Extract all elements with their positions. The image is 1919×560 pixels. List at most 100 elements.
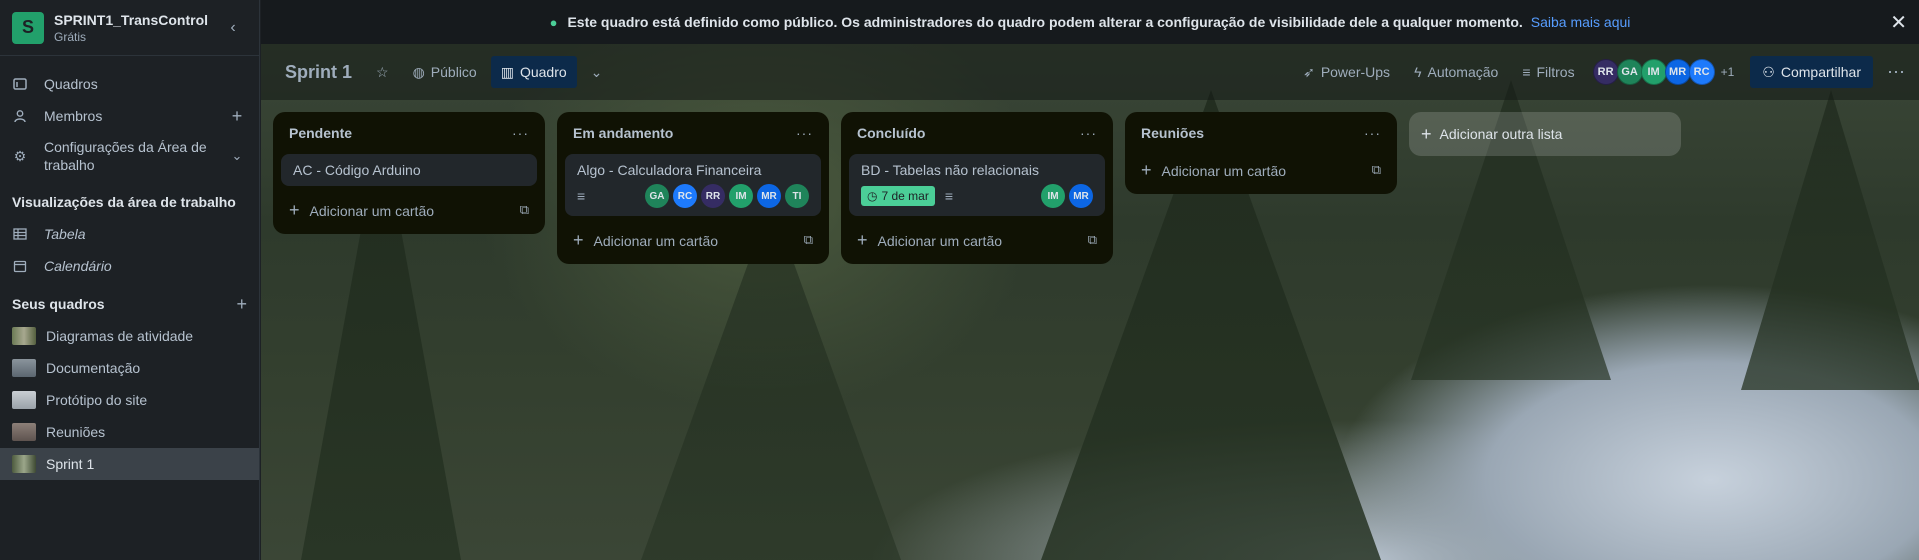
add-list-button[interactable]: + Adicionar outra lista: [1409, 112, 1681, 156]
share-label: Compartilhar: [1780, 64, 1861, 80]
list-pendente: Pendente ··· AC - Código Arduino + Adicio…: [273, 112, 545, 234]
card-template-icon[interactable]: ⧉: [1088, 232, 1097, 248]
calendar-icon: [12, 259, 28, 273]
avatar[interactable]: RR: [1592, 59, 1619, 85]
filter-icon: ≡: [1522, 64, 1531, 80]
visibility-label: Público: [430, 64, 477, 80]
board-view-label: Quadro: [519, 64, 567, 80]
workspace-header: S SPRINT1_TransControl Grátis ‹: [0, 0, 259, 56]
workspace-name[interactable]: SPRINT1_TransControl: [54, 11, 219, 29]
avatar[interactable]: MR: [1664, 59, 1691, 85]
views-dropdown-button[interactable]: ⌄: [581, 56, 613, 88]
card[interactable]: BD - Tabelas não relacionais ◷ 7 de mar …: [849, 154, 1105, 216]
automation-button[interactable]: ϟ Automação: [1404, 56, 1508, 88]
chevron-down-icon[interactable]: ⌄: [227, 147, 247, 165]
add-card-label: Adicionar um cartão: [877, 232, 1003, 249]
collapse-sidebar-button[interactable]: ‹: [219, 14, 247, 42]
sidebar-item-label: Configurações da Área de trabalho: [44, 139, 207, 173]
avatar[interactable]: RC: [673, 184, 697, 208]
add-card-button[interactable]: + Adicionar um cartão: [289, 200, 434, 221]
list-menu-icon[interactable]: ···: [1080, 125, 1097, 141]
card-badges: ◷ 7 de mar ≡ IM MR: [861, 184, 1093, 208]
workspace-logo[interactable]: S: [12, 11, 44, 44]
avatar[interactable]: RC: [1688, 59, 1715, 85]
filters-button[interactable]: ≡ Filtros: [1512, 56, 1584, 88]
automation-label: Automação: [1427, 64, 1499, 80]
list-header: Concluído ···: [849, 120, 1105, 146]
list-menu-icon[interactable]: ···: [512, 125, 529, 141]
table-icon: [12, 228, 28, 240]
list-title[interactable]: Em andamento: [573, 125, 673, 141]
sidebar-nav: Quadros Membros + ⚙ Configurações da Áre…: [0, 56, 259, 480]
avatar[interactable]: IM: [1041, 184, 1065, 208]
card[interactable]: AC - Código Arduino: [281, 154, 537, 186]
avatar[interactable]: GA: [1616, 59, 1643, 85]
add-card-row: + Adicionar um cartão ⧉: [281, 194, 537, 226]
close-icon[interactable]: ✕: [1890, 10, 1907, 35]
card-template-icon[interactable]: ⧉: [1372, 162, 1381, 178]
board-title[interactable]: Sprint 1: [285, 62, 352, 83]
powerups-button[interactable]: ➶ Power-Ups: [1293, 56, 1400, 88]
add-card-label: Adicionar um cartão: [1161, 162, 1287, 179]
avatar[interactable]: IM: [1640, 59, 1667, 85]
list-menu-icon[interactable]: ···: [796, 125, 813, 141]
boards-icon: [12, 77, 28, 91]
list-title[interactable]: Pendente: [289, 125, 352, 141]
sidebar-item-members[interactable]: Membros +: [0, 100, 259, 132]
add-card-button[interactable]: + Adicionar um cartão: [573, 230, 718, 251]
avatar[interactable]: GA: [645, 184, 669, 208]
description-icon: ≡: [577, 188, 586, 204]
background-tree: [1741, 90, 1919, 390]
add-card-button[interactable]: + Adicionar um cartão: [857, 230, 1002, 251]
sidebar-item-label: Calendário: [44, 258, 112, 274]
list-em-andamento: Em andamento ··· Algo - Calculadora Fina…: [557, 112, 829, 264]
list-reunioes: Reuniões ··· + Adicionar um cartão ⧉: [1125, 112, 1397, 194]
avatar[interactable]: MR: [757, 184, 781, 208]
add-board-icon[interactable]: +: [236, 294, 247, 315]
visibility-button[interactable]: ◍ Público: [403, 56, 487, 88]
sidebar-board-documentacao[interactable]: Documentação: [0, 352, 259, 384]
add-member-icon[interactable]: +: [227, 106, 247, 127]
add-card-row: + Adicionar um cartão ⧉: [565, 224, 821, 256]
card-template-icon[interactable]: ⧉: [804, 232, 813, 248]
sidebar-board-reunioes[interactable]: Reuniões: [0, 416, 259, 448]
avatar[interactable]: TI: [785, 184, 809, 208]
card[interactable]: Algo - Calculadora Financeira ≡ GA RC RR…: [565, 154, 821, 216]
board-canvas: ● Este quadro está definido como público…: [261, 0, 1919, 560]
card-template-icon[interactable]: ⧉: [520, 202, 529, 218]
more-options-icon[interactable]: ⋯: [1887, 62, 1905, 83]
avatar[interactable]: IM: [729, 184, 753, 208]
card-members: IM MR: [1037, 184, 1093, 208]
add-list-label: Adicionar outra lista: [1439, 126, 1563, 142]
learn-more-link[interactable]: Saiba mais aqui: [1531, 14, 1631, 30]
sidebar-item-table[interactable]: Tabela: [0, 218, 259, 250]
list-title[interactable]: Concluído: [857, 125, 925, 141]
due-date-badge[interactable]: ◷ 7 de mar: [861, 186, 935, 206]
sidebar-item-boards[interactable]: Quadros: [0, 68, 259, 100]
board-thumbnail: [12, 423, 36, 441]
add-card-button[interactable]: + Adicionar um cartão: [1141, 160, 1286, 181]
board-thumbnail: [12, 359, 36, 377]
board-label: Reuniões: [46, 424, 106, 440]
sidebar-board-prototipo[interactable]: Protótipo do site: [0, 384, 259, 416]
sidebar-board-sprint1[interactable]: Sprint 1: [0, 448, 259, 480]
board-header: Sprint 1 ☆ ◍ Público ▥ Quadro ⌄ ➶ Power-…: [261, 44, 1919, 100]
views-section-title: Visualizações da área de trabalho: [0, 186, 259, 218]
more-members-count[interactable]: +1: [1721, 65, 1735, 79]
sidebar-item-calendar[interactable]: Calendário: [0, 250, 259, 282]
avatar[interactable]: RR: [701, 184, 725, 208]
chevron-down-icon: ⌄: [590, 63, 603, 80]
sidebar-board-diagramas[interactable]: Diagramas de atividade: [0, 320, 259, 352]
star-button[interactable]: ☆: [366, 56, 399, 88]
person-add-icon: ⚇: [1762, 63, 1775, 80]
share-button[interactable]: ⚇ Compartilhar: [1750, 56, 1873, 88]
avatar[interactable]: MR: [1069, 184, 1093, 208]
notice-text: Este quadro está definido como público. …: [567, 14, 1523, 30]
board-view-button[interactable]: ▥ Quadro: [490, 56, 577, 88]
list-concluido: Concluído ··· BD - Tabelas não relaciona…: [841, 112, 1113, 264]
sidebar-item-settings[interactable]: ⚙ Configurações da Área de trabalho ⌄: [0, 132, 259, 180]
sidebar-item-label: Quadros: [44, 76, 98, 92]
list-menu-icon[interactable]: ···: [1364, 125, 1381, 141]
plus-icon: +: [1421, 123, 1432, 144]
list-title[interactable]: Reuniões: [1141, 125, 1204, 141]
